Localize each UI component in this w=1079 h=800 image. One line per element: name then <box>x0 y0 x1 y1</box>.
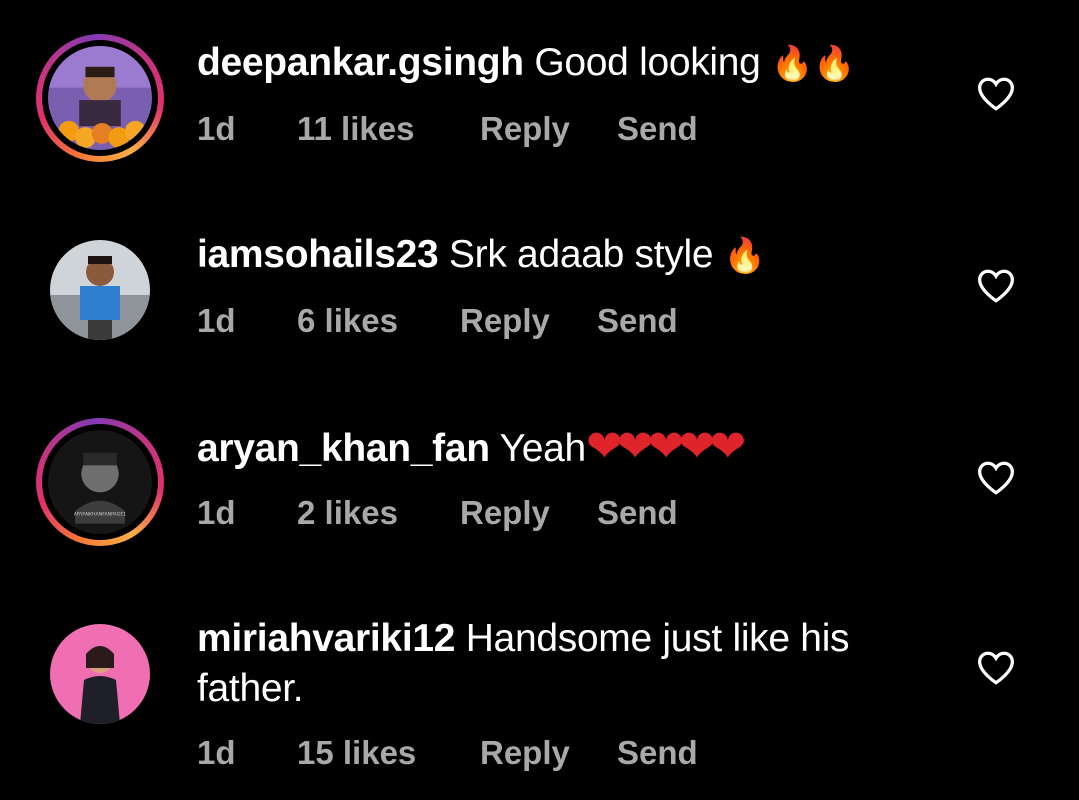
avatar[interactable] <box>36 610 164 738</box>
avatar-photo <box>50 240 150 340</box>
likes-count[interactable]: 11 likes <box>297 110 480 148</box>
reply-button[interactable]: Reply <box>460 302 597 340</box>
reply-button[interactable]: Reply <box>480 110 617 148</box>
comment-meta: 1d 11 likes Reply Send <box>197 110 698 148</box>
send-button[interactable]: Send <box>617 110 698 148</box>
comment-text: iamsohails23 Srk adaab style 🔥 <box>197 230 957 281</box>
timestamp: 1d <box>197 494 236 531</box>
comment-meta: 1d 15 likes Reply Send <box>197 734 698 772</box>
username[interactable]: aryan_khan_fan <box>197 427 490 470</box>
timestamp: 1d <box>197 302 236 339</box>
avatar[interactable] <box>36 34 164 162</box>
comment-text: aryan_khan_fan Yeah❤❤❤❤❤ <box>197 422 957 474</box>
avatar-photo <box>50 624 150 724</box>
likes-count[interactable]: 6 likes <box>297 302 460 340</box>
comment-body: Yeah <box>499 427 587 470</box>
username[interactable]: miriahvariki12 <box>197 617 455 660</box>
heart-outline-icon[interactable] <box>976 76 1016 112</box>
send-button[interactable]: Send <box>597 302 678 340</box>
heart-outline-icon[interactable] <box>976 650 1016 686</box>
avatar-photo: ARYANKHANFANPAGE1 <box>48 430 152 534</box>
reply-button[interactable]: Reply <box>460 494 597 532</box>
comment-meta: 1d 6 likes Reply Send <box>197 302 678 340</box>
avatar-caption: ARYANKHANFANPAGE1 <box>74 511 127 517</box>
avatar-photo <box>48 46 152 150</box>
red-heart-emoji: ❤❤❤❤❤ <box>585 421 746 472</box>
comment-body: Good looking <box>534 41 761 84</box>
comment-text: deepankar.gsingh Good looking 🔥🔥 <box>197 38 957 89</box>
avatar[interactable] <box>36 226 164 354</box>
timestamp: 1d <box>197 734 236 771</box>
avatar[interactable]: ARYANKHANFANPAGE1 <box>36 418 164 546</box>
send-button[interactable]: Send <box>617 734 698 772</box>
likes-count[interactable]: 2 likes <box>297 494 460 532</box>
comment-text: miriahvariki12 Handsome just like his fa… <box>197 614 937 714</box>
timestamp: 1d <box>197 110 236 147</box>
comment-meta: 1d 2 likes Reply Send <box>197 494 678 532</box>
fire-emoji: 🔥🔥 <box>771 44 856 84</box>
likes-count[interactable]: 15 likes <box>297 734 480 772</box>
fire-emoji: 🔥 <box>723 236 766 276</box>
username[interactable]: deepankar.gsingh <box>197 41 524 84</box>
heart-outline-icon[interactable] <box>976 268 1016 304</box>
comment-body: Srk adaab style <box>448 233 714 276</box>
heart-outline-icon[interactable] <box>976 460 1016 496</box>
username[interactable]: iamsohails23 <box>197 233 439 276</box>
reply-button[interactable]: Reply <box>480 734 617 772</box>
send-button[interactable]: Send <box>597 494 678 532</box>
